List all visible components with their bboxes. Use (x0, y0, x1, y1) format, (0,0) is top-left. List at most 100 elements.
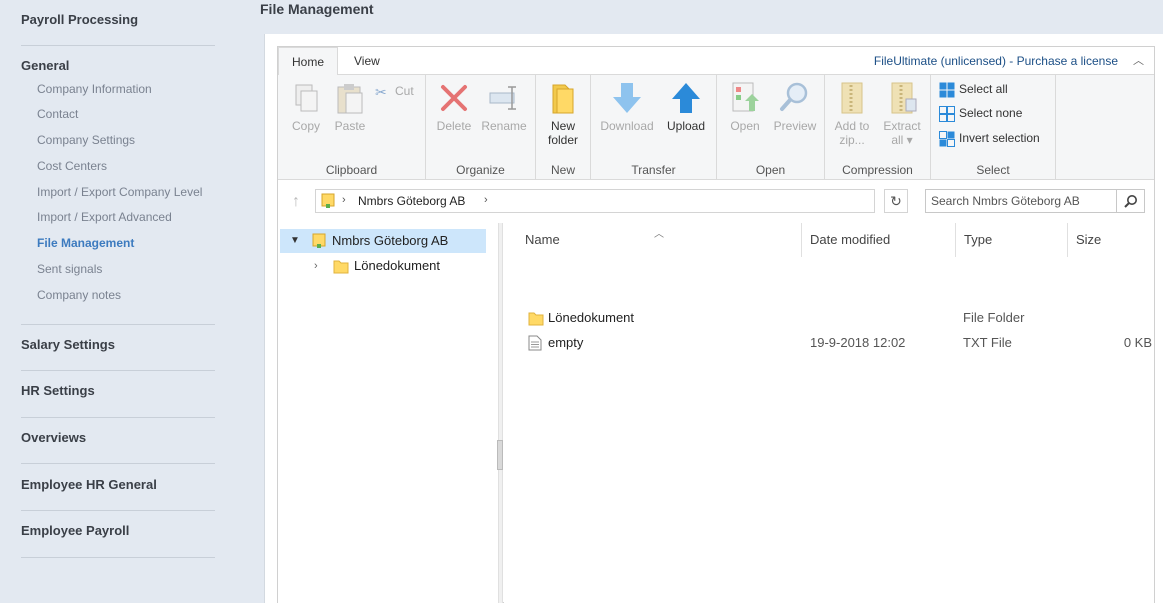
group-label-compression: Compression (842, 163, 913, 177)
add-to-zip-button[interactable]: Add to zip... (829, 81, 875, 147)
group-new: New folder New (536, 75, 591, 180)
column-type[interactable]: Type (955, 223, 1067, 257)
nav-company-notes[interactable]: Company notes (37, 288, 121, 302)
tab-home[interactable]: Home (278, 47, 339, 76)
copy-button[interactable]: Copy (286, 81, 326, 133)
group-clipboard: Copy Paste ✂ Cut Clipboard (278, 75, 426, 180)
paste-icon (337, 84, 363, 114)
folder-icon (333, 260, 349, 274)
add-to-zip-label-line2: zip... (839, 133, 865, 147)
select-all-icon (939, 82, 955, 98)
nav-employee-payroll[interactable]: Employee Payroll (21, 523, 129, 538)
list-item[interactable]: empty 19-9-2018 12:02 TXT File 0 KB (504, 331, 1154, 355)
up-arrow-icon[interactable]: ↑ (292, 193, 300, 211)
sidebar: Payroll Processing General Company Infor… (0, 0, 245, 603)
folder-tree: ▼ Nmbrs Göteborg AB › Lönedokument (278, 223, 498, 603)
chevron-down-icon[interactable]: ▼ (290, 229, 300, 253)
extract-all-label-line1: Extract (883, 119, 921, 133)
delete-button[interactable]: Delete (432, 81, 476, 133)
new-folder-label-line2: folder (547, 133, 579, 147)
column-name[interactable]: Name (517, 223, 789, 257)
new-folder-label-line1: New (550, 119, 575, 133)
group-label-new: New (550, 163, 575, 177)
rename-button[interactable]: Rename (478, 81, 530, 133)
nav-cost-centers[interactable]: Cost Centers (37, 159, 107, 173)
group-open: Open Preview Open (717, 75, 825, 180)
invert-selection-button[interactable]: Invert selection (939, 128, 1040, 148)
breadcrumb-chevron-icon: › (342, 194, 346, 206)
download-arrow-icon (613, 83, 641, 113)
magnifier-icon (780, 82, 808, 111)
divider (21, 463, 215, 464)
invert-selection-label: Invert selection (959, 131, 1040, 145)
chevron-right-icon[interactable]: › (314, 254, 318, 278)
nav-overviews[interactable]: Overviews (21, 430, 86, 445)
drive-folder-icon (321, 193, 335, 208)
extract-icon (891, 82, 917, 114)
cut-label: Cut (395, 84, 414, 98)
ribbon-tabbar: Home View FileUltimate (unlicensed) - Pu… (278, 47, 1154, 76)
collapse-ribbon-icon[interactable]: ︿ (1133, 47, 1144, 75)
open-button[interactable]: Open (723, 81, 767, 133)
group-organize: Delete Rename Organize (426, 75, 536, 180)
refresh-icon[interactable]: ↻ (884, 189, 908, 213)
group-transfer: Download Upload Transfer (591, 75, 717, 180)
divider (21, 557, 215, 558)
preview-button[interactable]: Preview (769, 81, 821, 133)
upload-arrow-icon (672, 83, 700, 113)
nav-salary-settings[interactable]: Salary Settings (21, 337, 115, 352)
splitter-grip-icon[interactable] (497, 440, 503, 470)
column-size[interactable]: Size (1067, 223, 1154, 257)
pane-splitter[interactable] (497, 223, 503, 603)
group-label-organize: Organize (456, 163, 505, 177)
nav-general[interactable]: General (21, 58, 69, 73)
nav-import-export-company-level[interactable]: Import / Export Company Level (37, 185, 202, 199)
nav-import-export-advanced[interactable]: Import / Export Advanced (37, 210, 172, 224)
nav-sent-signals[interactable]: Sent signals (37, 262, 102, 276)
tree-item-lonedokument[interactable]: › Lönedokument (280, 254, 486, 278)
license-link[interactable]: FileUltimate (unlicensed) - Purchase a l… (874, 47, 1118, 75)
file-type: File Folder (963, 310, 1025, 325)
file-name: Lönedokument (548, 310, 635, 325)
nav-hr-settings[interactable]: HR Settings (21, 383, 95, 398)
nav-file-management[interactable]: File Management (37, 236, 134, 250)
page-title: File Management (260, 1, 374, 17)
list-item[interactable]: Lönedokument File Folder (504, 306, 1154, 330)
group-compression: Add to zip... Extract all ▾ Compression (825, 75, 931, 180)
new-folder-button[interactable]: New folder (540, 81, 586, 147)
upload-button[interactable]: Upload (661, 81, 711, 133)
cut-button[interactable]: ✂ Cut (375, 81, 414, 101)
file-name: empty (548, 335, 584, 350)
extract-all-button[interactable]: Extract all ▾ (877, 81, 927, 147)
scissors-icon: ✂ (375, 83, 387, 100)
download-button[interactable]: Download (597, 81, 657, 133)
nav-employee-hr-general[interactable]: Employee HR General (21, 477, 157, 492)
select-none-button[interactable]: Select none (939, 103, 1022, 123)
column-date-modified[interactable]: Date modified (801, 223, 954, 257)
search-input[interactable]: Search Nmbrs Göteborg AB (925, 189, 1117, 213)
text-file-icon (528, 335, 542, 351)
nav-company-settings[interactable]: Company Settings (37, 133, 135, 147)
group-label-clipboard: Clipboard (325, 163, 378, 177)
search-button[interactable] (1117, 189, 1145, 213)
download-label: Download (600, 119, 654, 133)
paste-button[interactable]: Paste (330, 81, 370, 133)
address-bar[interactable]: › Nmbrs Göteborg AB › (315, 189, 875, 213)
breadcrumb-root[interactable]: Nmbrs Göteborg AB (358, 194, 465, 208)
select-all-button[interactable]: Select all (939, 79, 1008, 99)
folder-icon (528, 312, 544, 326)
file-list: Name ︿ Date modified Type Size Lönedokum… (504, 223, 1154, 603)
file-size: 0 KB (1123, 335, 1152, 350)
tree-item-root[interactable]: ▼ Nmbrs Göteborg AB (280, 229, 486, 253)
paste-label: Paste (334, 119, 366, 133)
tree-item-label: Lönedokument (354, 258, 441, 273)
delete-icon (441, 85, 467, 111)
divider (21, 370, 215, 371)
nav-contact[interactable]: Contact (37, 107, 78, 121)
preview-label: Preview (773, 119, 817, 133)
nav-payroll-processing[interactable]: Payroll Processing (21, 12, 138, 27)
breadcrumb-chevron-icon[interactable]: › (484, 194, 488, 206)
divider (21, 324, 215, 325)
tab-view[interactable]: View (341, 47, 393, 75)
nav-company-information[interactable]: Company Information (37, 82, 152, 96)
